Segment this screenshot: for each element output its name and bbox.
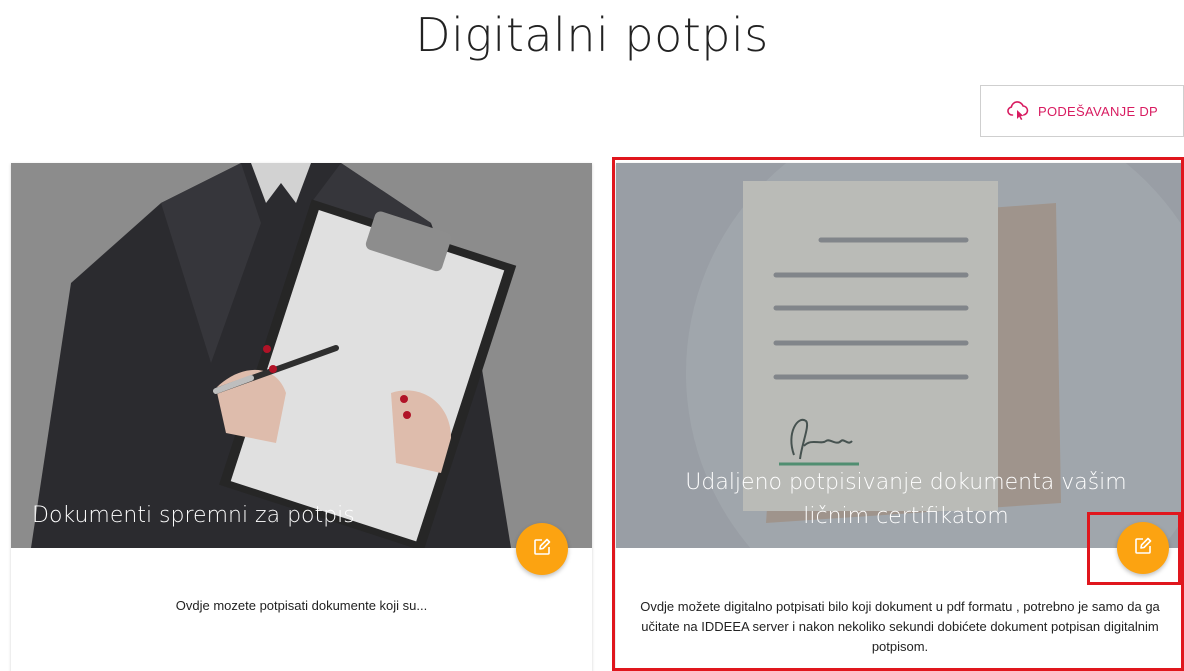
edit-button[interactable] — [516, 523, 568, 575]
edit-button[interactable] — [1117, 522, 1169, 574]
settings-dp-label: PODEŠAVANJE DP — [1037, 103, 1159, 119]
card-image-signed-document: Udaljeno potpisivanje dokumenta vašim li… — [616, 163, 1184, 548]
edit-icon — [532, 537, 552, 562]
edit-icon — [1133, 536, 1153, 561]
card-remote-signing[interactable]: Udaljeno potpisivanje dokumenta vašim li… — [616, 163, 1184, 671]
card-title: Udaljeno potpisivanje dokumenta vašim li… — [685, 470, 1127, 529]
card-image-businesswoman: Dokumenti spremni za potpis — [11, 163, 592, 548]
card-title: Dokumenti spremni za potpis — [32, 503, 355, 528]
page-title: Digitalni potpis — [415, 8, 769, 62]
card-description: Ovdje mozete potpisati dokumente koji su… — [175, 598, 428, 613]
settings-dp-button[interactable]: PODEŠAVANJE DP — [980, 85, 1184, 137]
card-documents-ready[interactable]: Dokumenti spremni za potpis Ovdje mozete… — [11, 163, 592, 671]
cloud-pointer-icon — [1006, 98, 1030, 125]
card-description: Ovdje možete digitalno potpisati bilo ko… — [640, 599, 1160, 654]
